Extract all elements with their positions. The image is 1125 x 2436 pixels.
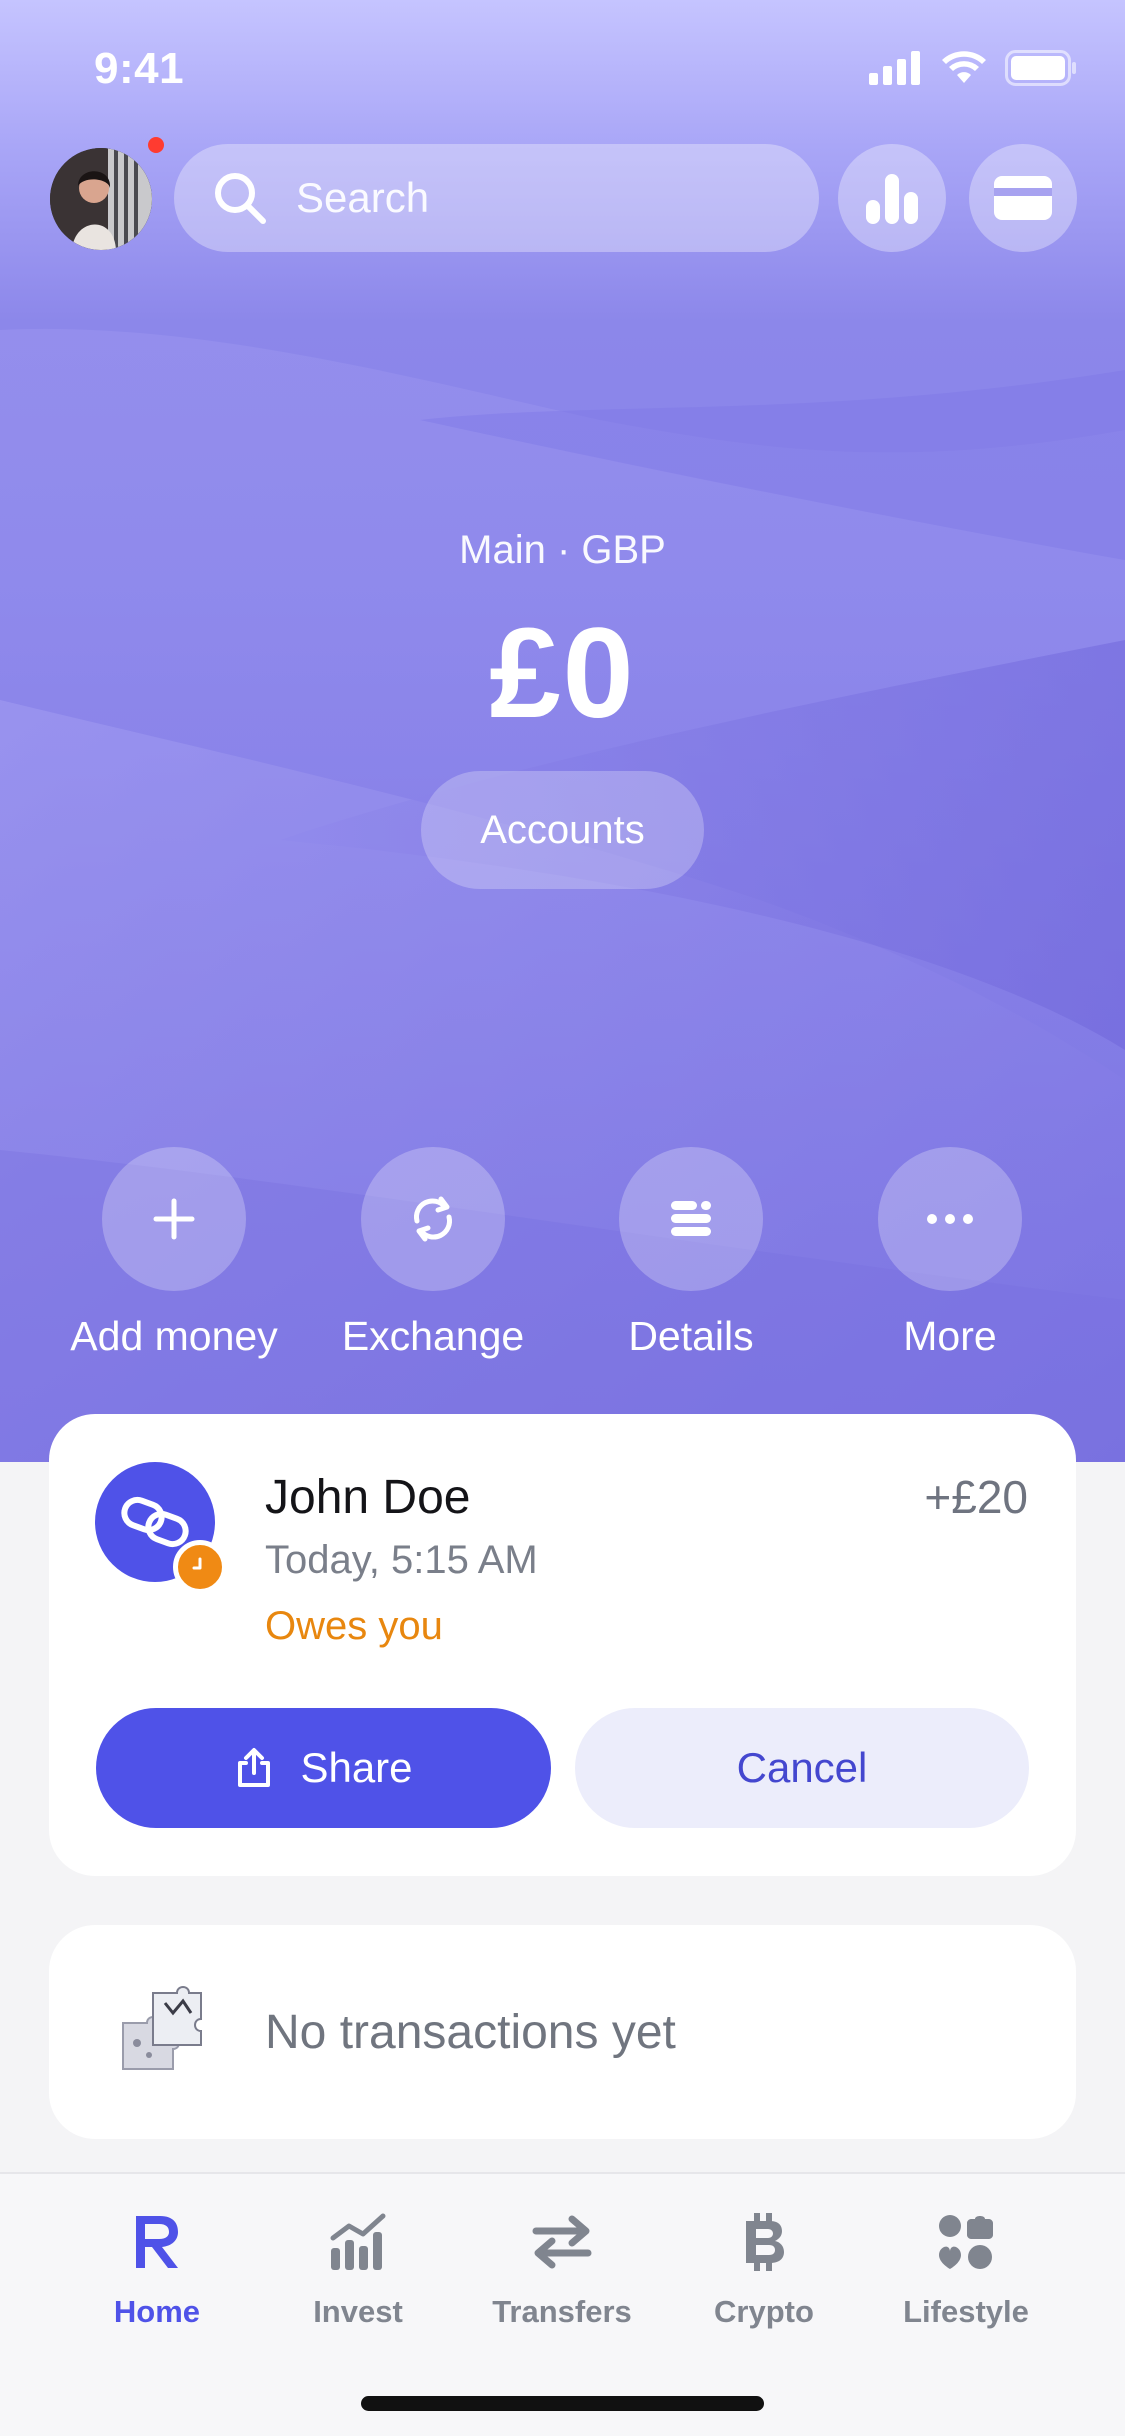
- revolut-r-icon: [136, 2216, 178, 2268]
- tab-invest-label: Invest: [313, 2294, 403, 2329]
- pending-clock-badge: [173, 1540, 227, 1594]
- details-icon: [671, 1201, 711, 1236]
- bitcoin-icon: [746, 2213, 784, 2271]
- bar-chart-icon: [866, 174, 918, 224]
- plus-icon: [153, 1198, 195, 1240]
- accounts-button[interactable]: Accounts: [421, 771, 704, 889]
- card-icon: [994, 176, 1052, 220]
- tab-transfers-label: Transfers: [492, 2294, 632, 2329]
- empty-transactions-text: No transactions yet: [265, 2005, 676, 2059]
- battery-icon: [1005, 50, 1076, 86]
- share-button[interactable]: Share: [96, 1708, 551, 1828]
- transactions-card: No transactions yet: [49, 1925, 1076, 2139]
- balance-amount: £0: [489, 602, 636, 745]
- request-status: Owes you: [265, 1604, 443, 1648]
- tab-transfers[interactable]: Transfers: [472, 2204, 652, 2330]
- tab-crypto-label: Crypto: [714, 2294, 814, 2329]
- home-indicator: [361, 2396, 764, 2411]
- tab-home-label: Home: [113, 2294, 201, 2329]
- puzzle-illustration-icon: [122, 1986, 202, 2070]
- requester-name: John Doe: [265, 1471, 471, 1524]
- tab-lifestyle-label: Lifestyle: [903, 2294, 1029, 2329]
- details-label: Details: [628, 1313, 754, 1359]
- avatar-photo: [50, 148, 152, 250]
- more-button[interactable]: More: [820, 1147, 1080, 1360]
- cards-button[interactable]: [969, 144, 1077, 252]
- cancel-button[interactable]: Cancel: [575, 1708, 1029, 1828]
- tab-crypto[interactable]: Crypto: [674, 2204, 854, 2330]
- details-circle[interactable]: [619, 1147, 763, 1291]
- signal-icon: [869, 51, 920, 85]
- add-money-label: Add money: [70, 1313, 278, 1359]
- search-bar[interactable]: Search: [174, 144, 819, 252]
- tab-invest[interactable]: Invest: [268, 2204, 448, 2330]
- exchange-icon: [414, 1196, 452, 1242]
- clock-icon: [192, 1557, 202, 1570]
- account-label: Main · GBP: [459, 528, 666, 572]
- profile-avatar[interactable]: [50, 148, 152, 250]
- exchange-circle[interactable]: [361, 1147, 505, 1291]
- invest-chart-icon: [330, 2213, 386, 2270]
- search-icon: [215, 173, 266, 224]
- share-icon: [238, 1748, 271, 1787]
- transfers-arrows-icon: [532, 2215, 592, 2269]
- share-label: Share: [300, 1744, 413, 1791]
- request-time: Today, 5:15 AM: [265, 1538, 538, 1582]
- request-amount: +£20: [924, 1471, 1028, 1523]
- details-button[interactable]: Details: [561, 1147, 821, 1360]
- add-money-circle[interactable]: [102, 1147, 246, 1291]
- analytics-button[interactable]: [838, 144, 946, 252]
- exchange-label: Exchange: [341, 1313, 525, 1359]
- more-circle[interactable]: [878, 1147, 1022, 1291]
- search-placeholder: Search: [296, 174, 430, 221]
- notification-dot: [148, 137, 164, 153]
- more-label: More: [903, 1313, 997, 1359]
- more-icon: [927, 1214, 973, 1224]
- tab-home[interactable]: Home: [67, 2204, 247, 2330]
- status-time: 9:41: [94, 44, 185, 93]
- link-icon: [121, 1496, 189, 1548]
- lifestyle-icon: [939, 2215, 993, 2269]
- add-money-button[interactable]: Add money: [44, 1147, 304, 1360]
- exchange-button[interactable]: Exchange: [303, 1147, 563, 1360]
- status-icons: [869, 50, 1077, 86]
- payment-request-card[interactable]: John Doe Today, 5:15 AM Owes you +£20 Sh…: [49, 1414, 1076, 1876]
- tab-lifestyle[interactable]: Lifestyle: [876, 2204, 1056, 2330]
- wifi-icon: [942, 51, 986, 83]
